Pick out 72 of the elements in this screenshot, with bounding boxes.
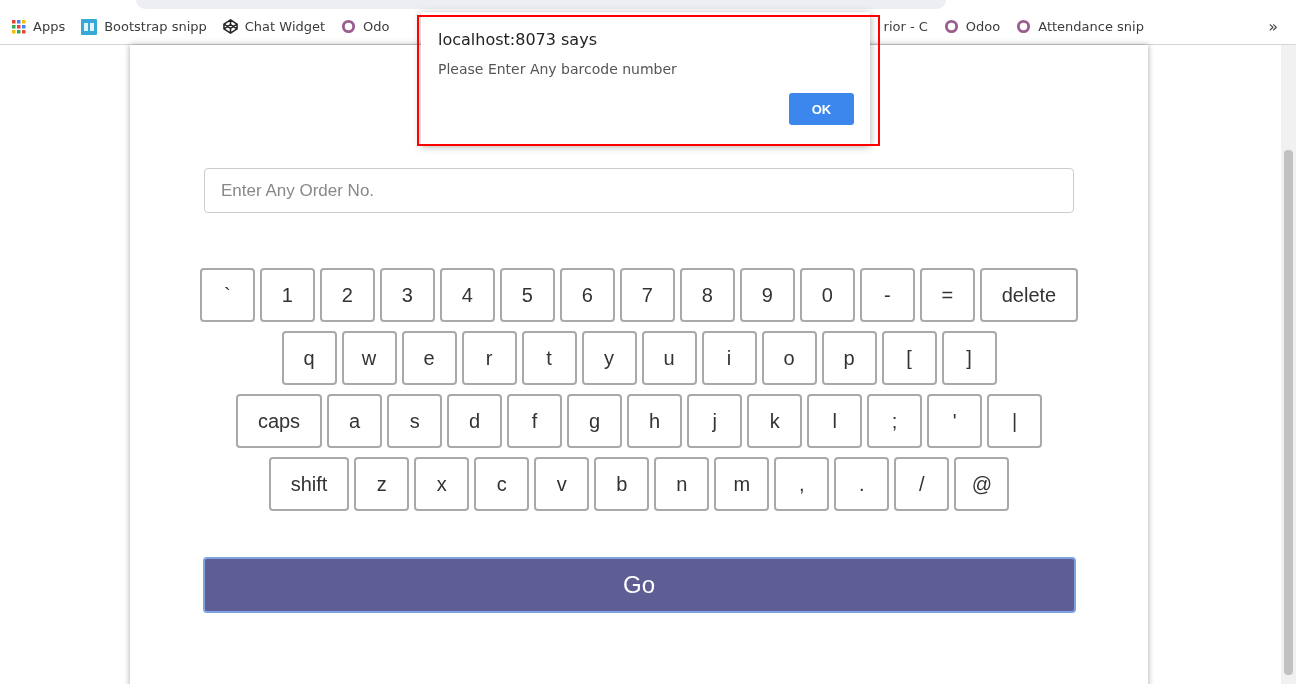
ring-icon: [1016, 19, 1032, 34]
keyboard-key[interactable]: o: [761, 331, 817, 385]
keyboard-key[interactable]: -: [859, 268, 915, 322]
scrollbar[interactable]: [1281, 45, 1296, 684]
keyboard-key[interactable]: 2: [319, 268, 375, 322]
bd-logo-icon: [81, 18, 98, 35]
cube-icon: [222, 19, 238, 34]
keyboard-key[interactable]: a: [327, 394, 383, 448]
bookmark-link[interactable]: Attendance snip: [1038, 19, 1144, 34]
keyboard-key[interactable]: l: [807, 394, 863, 448]
bookmark-link[interactable]: rior - C: [883, 19, 928, 34]
keyboard-key[interactable]: 0: [799, 268, 855, 322]
keyboard-key[interactable]: r: [461, 331, 517, 385]
keyboard-key[interactable]: ,: [774, 457, 830, 511]
keyboard-key[interactable]: z: [354, 457, 410, 511]
keyboard-key[interactable]: .: [834, 457, 890, 511]
keyboard-key[interactable]: g: [567, 394, 623, 448]
keyboard-key[interactable]: [: [881, 331, 937, 385]
keyboard-key[interactable]: m: [714, 457, 770, 511]
keyboard-key[interactable]: j: [687, 394, 743, 448]
keyboard-key[interactable]: b: [594, 457, 650, 511]
ok-button[interactable]: OK: [789, 93, 854, 125]
keyboard-key[interactable]: e: [401, 331, 457, 385]
keyboard-key[interactable]: 8: [679, 268, 735, 322]
dialog-message: Please Enter Any barcode number: [438, 61, 678, 77]
keyboard-key[interactable]: u: [641, 331, 697, 385]
keyboard-key[interactable]: 9: [739, 268, 795, 322]
keyboard-key[interactable]: x: [414, 457, 470, 511]
keyboard-key[interactable]: s: [387, 394, 443, 448]
keyboard-key[interactable]: 7: [619, 268, 675, 322]
keyboard-key[interactable]: =: [919, 268, 975, 322]
keyboard-key[interactable]: 5: [499, 268, 555, 322]
bookmark-link[interactable]: Apps: [33, 19, 66, 34]
keyboard-key[interactable]: h: [627, 394, 683, 448]
keyboard-key[interactable]: shift: [268, 457, 350, 511]
keyboard-key[interactable]: y: [581, 331, 637, 385]
keyboard-key[interactable]: w: [341, 331, 397, 385]
keyboard-key[interactable]: ]: [941, 331, 997, 385]
keyboard-key[interactable]: f: [507, 394, 563, 448]
keyboard-key[interactable]: d: [447, 394, 503, 448]
keyboard-key[interactable]: i: [701, 331, 757, 385]
keyboard-key[interactable]: t: [521, 331, 577, 385]
keyboard-key[interactable]: 6: [559, 268, 615, 322]
scrollbar-thumb[interactable]: [1284, 150, 1293, 675]
keyboard-key[interactable]: caps: [235, 394, 323, 448]
keyboard-key[interactable]: delete: [979, 268, 1079, 322]
dialog-title: localhost:8073 says: [438, 30, 598, 49]
keyboard-key[interactable]: p: [821, 331, 877, 385]
keyboard-key[interactable]: |: [987, 394, 1043, 448]
keyboard-key[interactable]: k: [747, 394, 803, 448]
ring-icon: [341, 19, 357, 34]
bookmark-link[interactable]: Odoo: [965, 19, 1001, 34]
bookmark-link[interactable]: Chat Widget: [244, 19, 326, 34]
keyboard-key[interactable]: v: [534, 457, 590, 511]
keyboard-key[interactable]: /: [894, 457, 950, 511]
order-number-field[interactable]: Enter Any Order No.: [204, 168, 1074, 213]
keyboard-key[interactable]: 1: [259, 268, 315, 322]
more-bookmarks-button[interactable]: »: [1268, 17, 1278, 36]
keyboard-key[interactable]: @: [954, 457, 1010, 511]
keyboard-key[interactable]: `: [199, 268, 255, 322]
keyboard-key[interactable]: ;: [867, 394, 923, 448]
apps-grid-icon: [12, 19, 26, 34]
keyboard-key[interactable]: q: [281, 331, 337, 385]
ring-icon: [943, 19, 959, 34]
keyboard-key[interactable]: n: [654, 457, 710, 511]
bookmark-link[interactable]: Odo: [363, 19, 390, 34]
keyboard-key[interactable]: ': [927, 394, 983, 448]
go-button[interactable]: Go: [202, 557, 1076, 613]
keyboard-key[interactable]: 4: [439, 268, 495, 322]
bookmark-link[interactable]: Bootstrap snipp: [104, 19, 207, 34]
keyboard-key[interactable]: 3: [379, 268, 435, 322]
keyboard-key[interactable]: c: [474, 457, 530, 511]
